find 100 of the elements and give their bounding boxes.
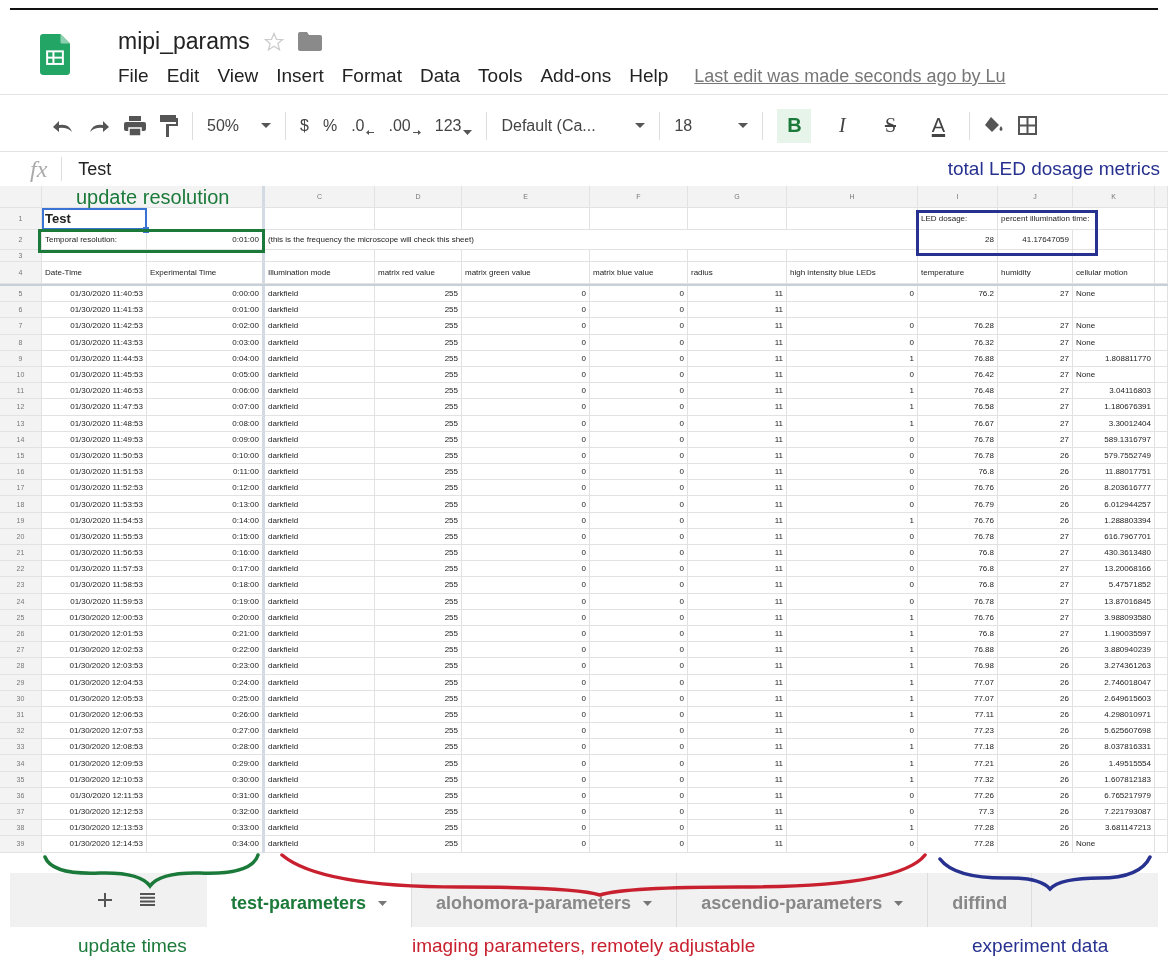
decrease-decimals-button[interactable]: .0: [351, 116, 375, 135]
sheet-tab[interactable]: alohomora-parameters: [412, 872, 678, 927]
table-cell: 11: [688, 674, 787, 691]
sheet-tab[interactable]: ascendio-parameters: [677, 872, 929, 927]
caret-icon[interactable]: [378, 901, 388, 907]
table-cell: darkfield: [265, 561, 375, 578]
menu-item[interactable]: View: [217, 65, 259, 87]
caret-icon[interactable]: [261, 123, 271, 128]
table-cell: 11: [688, 480, 787, 497]
table-cell: 0: [590, 480, 688, 497]
table-cell: 26: [998, 755, 1073, 772]
table-cell: 01/30/2020 11:52:53: [42, 480, 147, 497]
table-cell: 8.203616777: [1073, 480, 1155, 497]
table-cell: darkfield: [265, 771, 375, 788]
menu-item[interactable]: Insert: [276, 65, 324, 87]
caret-icon[interactable]: [894, 901, 904, 907]
table-cell: [1155, 755, 1168, 772]
table-cell: 0: [590, 577, 688, 594]
menu-item[interactable]: Help: [629, 65, 669, 87]
table-cell: 255: [375, 464, 462, 481]
strike-button[interactable]: S: [873, 108, 908, 143]
table-cell: 77.21: [918, 755, 998, 772]
add-sheet-icon[interactable]: [98, 892, 112, 907]
table-cell: 0: [590, 350, 688, 367]
table-cell: 77.26: [918, 787, 998, 804]
caret-icon[interactable]: [738, 123, 749, 128]
color-button[interactable]: A: [921, 108, 956, 143]
table-cell: 1.607812183: [1073, 771, 1155, 788]
table-cell: 0: [787, 561, 918, 578]
redo-icon[interactable]: [88, 118, 110, 133]
table-cell: 0: [590, 366, 688, 384]
table-cell: 01/30/2020 11:57:53: [42, 561, 147, 578]
menu-item[interactable]: Data: [419, 65, 461, 87]
table-cell: 0: [462, 690, 590, 707]
font-size-dropdown[interactable]: 18: [674, 116, 725, 135]
italic-button[interactable]: I: [825, 108, 860, 143]
table-cell: 01/30/2020 11:44:53: [42, 350, 147, 367]
paint-format-icon[interactable]: [160, 114, 178, 137]
table-cell: 0: [590, 545, 688, 562]
table-cell: 3.274361263: [1073, 658, 1155, 675]
spreadsheet-logo-icon[interactable]: [40, 34, 70, 75]
menu-item[interactable]: Tools: [478, 65, 523, 87]
borders-icon[interactable]: [1018, 116, 1038, 135]
table-cell: 0: [787, 431, 918, 448]
table-cell: 0: [462, 739, 590, 756]
menu-item[interactable]: Add-ons: [540, 65, 612, 87]
font-dropdown[interactable]: Default (Ca...: [501, 116, 622, 135]
table-cell: 01/30/2020 11:58:53: [42, 577, 147, 594]
table-cell: 27: [998, 383, 1073, 400]
menu-item[interactable]: File: [118, 65, 149, 87]
table-cell: 1: [787, 755, 918, 772]
table-cell: darkfield: [265, 577, 375, 594]
table-cell: darkfield: [265, 787, 375, 804]
number-format-dropdown[interactable]: 123: [434, 116, 473, 135]
table-cell: 0: [590, 706, 688, 724]
sheet-tab[interactable]: diffind: [928, 872, 1033, 927]
caret-icon[interactable]: [635, 123, 646, 128]
table-cell: 26: [998, 706, 1073, 724]
table-cell: 01/30/2020 11:41:53: [42, 302, 147, 319]
table-cell: 26: [998, 658, 1073, 675]
table-cell: 0: [787, 545, 918, 562]
zoom-dropdown[interactable]: 50%: [207, 116, 247, 135]
table-cell: 0:19:00: [147, 593, 265, 610]
sheet-list-icon[interactable]: [140, 893, 155, 907]
table-cell: 0:08:00: [147, 415, 265, 432]
last-edit-link[interactable]: Last edit was made seconds ago by Lu: [694, 66, 1006, 87]
menu-item[interactable]: Format: [341, 65, 402, 87]
table-cell: 0: [462, 480, 590, 497]
table-cell: 76.78: [918, 528, 998, 545]
table-cell: 616.7967701: [1073, 528, 1155, 545]
print-icon[interactable]: [124, 115, 146, 136]
bold-button[interactable]: B: [777, 108, 812, 143]
table-cell: 76.2: [918, 286, 998, 303]
increase-decimals-button[interactable]: .00: [388, 116, 421, 135]
formula-input[interactable]: Test: [78, 158, 112, 180]
table-cell: 0: [787, 464, 918, 481]
table-cell: 0: [590, 723, 688, 740]
sheet-tab[interactable]: test-parameters: [207, 872, 413, 927]
table-cell: 27: [998, 561, 1073, 578]
table-cell: 26: [998, 464, 1073, 481]
table-cell: 255: [375, 706, 462, 724]
document-title[interactable]: mipi_params: [118, 28, 250, 55]
table-cell: 26: [998, 496, 1073, 513]
folder-icon[interactable]: [297, 32, 322, 51]
caret-icon[interactable]: [643, 901, 653, 907]
percent-button[interactable]: %: [322, 116, 338, 135]
table-cell: [1155, 431, 1168, 448]
table-cell: 0:09:00: [147, 431, 265, 448]
table-cell: 76.78: [918, 431, 998, 448]
table-cell: 0: [590, 609, 688, 626]
table-cell: 76.88: [918, 642, 998, 659]
fill-color-icon[interactable]: [984, 116, 1005, 135]
menu-item[interactable]: Edit: [166, 65, 200, 87]
currency-button[interactable]: $: [300, 116, 309, 135]
column-title: Experimental Time: [147, 262, 265, 284]
corner-cell[interactable]: [0, 186, 42, 208]
table-cell: 0: [462, 755, 590, 772]
table-cell: 11: [688, 286, 787, 303]
star-icon[interactable]: [263, 31, 284, 52]
table-cell: 0: [462, 706, 590, 724]
